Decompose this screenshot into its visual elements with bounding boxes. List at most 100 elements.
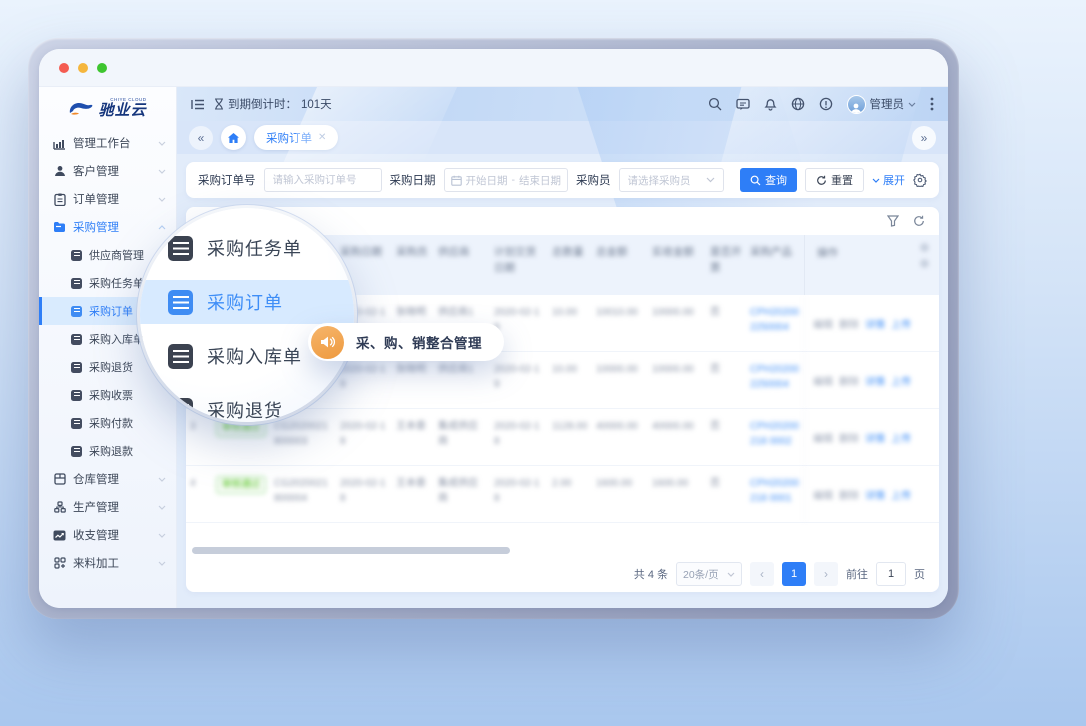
globe-icon[interactable] [791,97,805,111]
sidebar-subitem-label: 采购收票 [89,387,133,403]
action-link-上传[interactable]: 上传 [891,430,911,445]
list-icon [71,390,82,401]
more-icon[interactable] [930,97,934,111]
search-button[interactable]: 查询 [740,168,797,192]
next-page-button[interactable]: › [814,562,838,586]
scrollbar-thumb[interactable] [192,547,510,554]
trend-chart-icon [53,529,66,542]
list-icon [71,334,82,345]
action-link-详情[interactable]: 详情 [865,316,885,331]
maximize-window-button[interactable] [97,63,107,73]
order-no-input[interactable] [264,168,382,192]
action-link-删除[interactable]: 删除 [839,373,859,388]
table-cell: 2020-02-19 [490,352,548,408]
chevron-down-icon [158,477,166,482]
magnifier-overlay: 采购任务单采购订单采购入库单采购退货 [140,208,354,422]
hourglass-icon [214,98,224,110]
action-link-详情[interactable]: 详情 [865,430,885,445]
sidebar-subitem-label: 采购退货 [89,359,133,375]
list-icon [168,290,193,315]
window-titlebar [39,49,948,87]
close-window-button[interactable] [59,63,69,73]
sidebar-item-warehouse[interactable]: 仓库管理 [39,465,176,493]
minimize-window-button[interactable] [78,63,88,73]
search-icon [750,175,761,186]
filter-funnel-icon[interactable] [887,215,899,227]
page-size-select[interactable]: 20条/页 [676,562,742,586]
table-cell: 1600.00 [648,466,706,522]
action-link-上传[interactable]: 上传 [891,373,911,388]
column-settings-icons[interactable] [920,243,929,268]
sidebar-item-label: 订单管理 [73,191,151,207]
action-link-编辑[interactable]: 编辑 [813,316,833,331]
tab-bar: « 采购订单 ✕ » [177,121,948,154]
table-cell: 2020-02-18 [490,466,548,522]
list-icon [71,446,82,457]
expand-filters-button[interactable]: 展开 [872,172,905,188]
action-link-编辑[interactable]: 编辑 [813,430,833,445]
user-name: 管理员 [870,96,905,112]
sidebar-item-orders[interactable]: 订单管理 [39,185,176,213]
tab-purchase-order[interactable]: 采购订单 ✕ [254,125,338,150]
reset-button[interactable]: 重置 [805,168,864,192]
buyer-label: 采购员 [576,172,611,188]
chevron-down-icon [158,141,166,146]
sidebar-item-label: 收支管理 [73,527,151,543]
table-cell: 王本委 [392,466,434,522]
action-link-详情[interactable]: 详情 [865,373,885,388]
gear-icon[interactable] [913,173,927,187]
user-menu[interactable]: 管理员 [847,95,917,114]
sidebar-item-production[interactable]: 生产管理 [39,493,176,521]
list-icon [168,398,193,423]
table-cell: 10000.00 [648,295,706,351]
magnified-item-label: 采购任务单 [207,235,302,261]
scroll-tabs-right-button[interactable]: » [912,126,936,150]
list-icon [168,236,193,261]
warehouse-icon [53,473,66,486]
sidebar-subitem-采购退款[interactable]: 采购退款 [39,437,176,465]
current-page-button[interactable]: 1 [782,562,806,586]
action-link-编辑[interactable]: 编辑 [813,487,833,502]
folder-icon [53,221,66,234]
info-icon[interactable] [819,97,833,111]
sidebar-item-workbench[interactable]: 管理工作台 [39,129,176,157]
purchase-date-label: 采购日期 [390,172,436,188]
chevron-down-icon [158,505,166,510]
table-cell: 10.00 [548,352,592,408]
sidebar-subitem-label: 采购付款 [89,415,133,431]
action-link-删除[interactable]: 删除 [839,316,859,331]
scroll-tabs-left-button[interactable]: « [189,126,213,150]
action-link-上传[interactable]: 上传 [891,316,911,331]
action-link-删除[interactable]: 删除 [839,430,859,445]
sidebar-item-materials[interactable]: 来料加工 [39,549,176,577]
settings-dot-icon [920,243,929,252]
buyer-select[interactable]: 请选择采购员 [619,168,725,192]
bell-icon[interactable] [764,97,777,111]
chevron-down-icon [158,533,166,538]
search-icon[interactable] [708,97,722,111]
refresh-icon[interactable] [913,215,925,227]
prev-page-button[interactable]: ‹ [750,562,774,586]
action-link-上传[interactable]: 上传 [891,487,911,502]
goto-page-input[interactable] [876,562,906,586]
home-tab-button[interactable] [221,125,246,150]
tab-close-icon[interactable]: ✕ [318,132,326,143]
message-icon[interactable] [736,98,750,111]
sidebar-item-finance[interactable]: 收支管理 [39,521,176,549]
date-range-picker[interactable]: 开始日期 - 结束日期 [444,168,569,192]
date-separator: - [512,174,516,186]
list-icon [71,250,82,261]
column-header: 实收金额 [648,235,706,295]
action-link-编辑[interactable]: 编辑 [813,373,833,388]
action-link-删除[interactable]: 删除 [839,487,859,502]
action-link-详情[interactable]: 详情 [865,487,885,502]
list-icon [71,278,82,289]
column-header: 采购产品 [746,235,804,295]
table-row[interactable]: 4审核通过CG20200218000042020-02-18王本委集成供应商20… [186,466,939,523]
sidebar-item-customers[interactable]: 客户管理 [39,157,176,185]
list-icon [71,306,82,317]
chevron-down-icon [158,561,166,566]
collapse-sidebar-icon[interactable] [191,99,205,110]
magnified-item-label: 采购退货 [207,397,283,422]
table-cell: 审核通过 [212,466,270,522]
